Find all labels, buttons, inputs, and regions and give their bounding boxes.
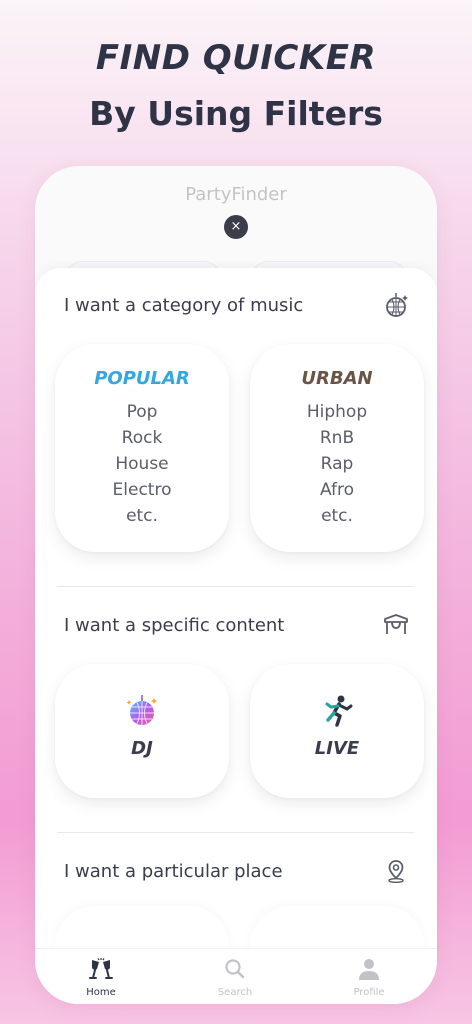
content-card-live[interactable]: LIVE: [250, 664, 424, 798]
divider: [57, 586, 414, 587]
category-card-urban[interactable]: URBAN Hiphop RnB Rap Afro etc.: [250, 344, 424, 552]
disco-ball-icon: [126, 695, 157, 725]
genre-item: etc.: [126, 506, 158, 526]
section-title-content: I want a specific content: [64, 615, 285, 636]
content-card-dj[interactable]: DJ: [55, 664, 229, 798]
tab-bar: Home Search Profile: [35, 948, 437, 1004]
card-label: LIVE: [314, 738, 360, 759]
profile-icon: [359, 959, 379, 980]
filter-sheet: I want a category of music POPULAR Pop R…: [35, 268, 437, 1004]
card-label: DJ: [131, 738, 153, 759]
tab-label: Home: [86, 987, 116, 998]
tab-label: Search: [217, 987, 253, 998]
category-card-popular[interactable]: POPULAR Pop Rock House Electro etc.: [55, 344, 229, 552]
cheers-icon: [89, 958, 113, 979]
genre-item: Electro: [112, 480, 172, 500]
headline-line1: FIND QUICKER: [95, 38, 377, 78]
phone-frame: PartyFinder × I want a category of music…: [35, 166, 437, 1004]
tab-label: Profile: [353, 987, 385, 998]
search-icon: [225, 959, 245, 979]
genre-item: Pop: [126, 402, 158, 422]
card-title: POPULAR: [94, 368, 190, 389]
tab-home[interactable]: Home: [61, 957, 141, 998]
dancer-icon: [325, 695, 353, 727]
genre-item: House: [115, 454, 169, 474]
genre-item: Rap: [320, 454, 354, 474]
stage-icon: [384, 614, 408, 634]
headline-line2: By Using Filters: [89, 94, 383, 133]
section-title-music: I want a category of music: [64, 295, 304, 316]
genre-item: RnB: [319, 428, 355, 448]
close-button[interactable]: ×: [224, 215, 248, 239]
divider: [57, 832, 414, 833]
card-title: URBAN: [301, 368, 373, 389]
genre-item: Afro: [319, 480, 355, 500]
tab-profile[interactable]: Profile: [329, 957, 409, 998]
disco-ball-icon: [386, 293, 408, 317]
location-pin-icon: [388, 860, 404, 884]
app-title: PartyFinder: [185, 184, 287, 205]
section-title-place: I want a particular place: [64, 861, 283, 882]
genre-item: etc.: [321, 506, 353, 526]
genre-item: Rock: [121, 428, 163, 448]
genre-item: Hiphop: [306, 402, 368, 422]
tab-search[interactable]: Search: [195, 957, 275, 998]
